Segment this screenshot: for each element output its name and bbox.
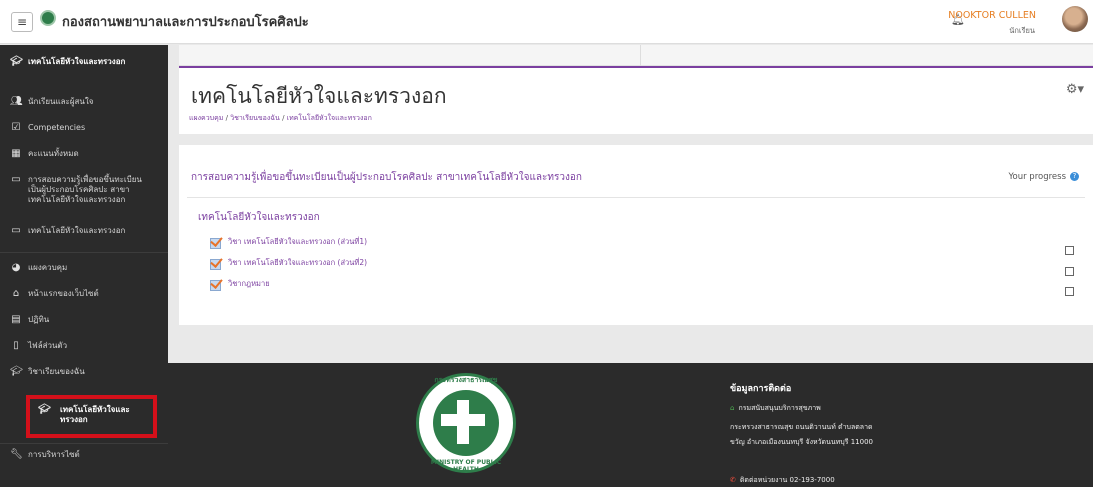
- contact-org: ⌂ กรมสนับสนุนบริการสุขภาพ: [730, 404, 821, 412]
- site-name[interactable]: กองสถานพยาบาลและการประกอบโรคศิลปะ: [62, 11, 309, 32]
- sidebar-item-grades[interactable]: ▦ คะแนนทั้งหมด: [0, 149, 168, 159]
- sidebar-item-private-files[interactable]: ▯ ไฟล์ส่วนตัว: [0, 341, 168, 351]
- sidebar-item-label: ไฟล์ส่วนตัว: [28, 341, 68, 350]
- sidebar-item-label: การบริหารไซต์: [28, 450, 80, 459]
- sidebar-item-label: การสอบความรู้เพื่อขอขึ้นทะเบียนเป็นผู้ปร…: [28, 175, 142, 204]
- header-strip: [179, 45, 1093, 66]
- table-icon: ▦: [11, 148, 21, 159]
- calendar-icon: ▤: [11, 314, 21, 325]
- folder-icon: ▭: [11, 174, 21, 185]
- sidebar-item-dashboard[interactable]: ◕ แผงควบคุม: [0, 263, 168, 273]
- seal-text-top: กระทรวงสาธารณสุข: [434, 376, 498, 384]
- breadcrumb-dashboard[interactable]: แผงควบคุม: [189, 114, 223, 122]
- course-section-title[interactable]: การสอบความรู้เพื่อขอขึ้นทะเบียนเป็นผู้ปร…: [191, 170, 582, 185]
- ministry-seal: กระทรวงสาธารณสุข MINISTRY OF PUBLIC HEAL…: [416, 373, 516, 473]
- header-strip-divider: [640, 45, 641, 66]
- hamburger-icon[interactable]: ≡: [11, 12, 33, 32]
- sidebar-item-my-courses[interactable]: 🎓︎ วิชาเรียนของฉัน: [0, 367, 168, 377]
- section-divider: [187, 197, 1085, 198]
- breadcrumb-my-courses[interactable]: วิชาเรียนของฉัน: [230, 114, 280, 122]
- sidebar: 🎓︎ เทคโนโลยีหัวใจและทรวงอก 👥︎ นักเรียนแล…: [0, 45, 168, 487]
- site-logo[interactable]: [40, 10, 56, 26]
- quiz-icon: [210, 258, 222, 270]
- contact-address: กระทรวงสาธารณสุข ถนนติวานนท์ ตำบลตลาด: [730, 423, 873, 431]
- highlight-annotation: [26, 395, 157, 438]
- sidebar-item-site-admin[interactable]: 🔧︎ การบริหารไซต์: [0, 450, 168, 460]
- gear-icon[interactable]: ⚙▾: [1066, 82, 1084, 97]
- activity-link[interactable]: วิชากฎหมาย: [210, 278, 270, 291]
- quiz-icon: [210, 279, 222, 291]
- sidebar-item-section-exam[interactable]: ▭ การสอบความรู้เพื่อขอขึ้นทะเบียนเป็นผู้…: [0, 175, 150, 205]
- section-title[interactable]: เทคโนโลยีหัวใจและทรวงอก: [198, 210, 320, 225]
- user-name[interactable]: NOOKTOR CULLEN: [948, 10, 1036, 21]
- sidebar-item-participants[interactable]: 👥︎ นักเรียนและผู้สนใจ: [0, 97, 168, 107]
- sidebar-item-label: คะแนนทั้งหมด: [28, 149, 79, 158]
- progress-label: Your progress?: [1008, 172, 1079, 182]
- checkbox-icon: ☑: [11, 122, 21, 133]
- graduation-cap-icon: 🎓︎: [10, 56, 23, 67]
- sidebar-item-course[interactable]: 🎓︎ เทคโนโลยีหัวใจและทรวงอก: [0, 57, 168, 67]
- sidebar-item-competencies[interactable]: ☑ Competencies: [0, 123, 168, 133]
- sidebar-item-label: แผงควบคุม: [28, 263, 68, 272]
- folder-icon: ▭: [11, 225, 21, 236]
- help-icon[interactable]: ?: [1070, 172, 1079, 181]
- completion-checkbox[interactable]: [1065, 267, 1074, 276]
- sidebar-item-home[interactable]: ⌂ หน้าแรกของเว็บไซต์: [0, 289, 168, 299]
- top-navbar: ≡ กองสถานพยาบาลและการประกอบโรคศิลปะ 🔔︎ N…: [0, 0, 1093, 44]
- breadcrumb: แผงควบคุม / วิชาเรียนของฉัน / เทคโนโลยีห…: [189, 114, 372, 122]
- phone-icon: ✆: [730, 476, 736, 484]
- home-icon: ⌂: [12, 288, 20, 299]
- sidebar-item-label: หน้าแรกของเว็บไซต์: [28, 289, 99, 298]
- graduation-cap-icon: 🎓︎: [10, 366, 23, 377]
- contact-title: ข้อมูลการติดต่อ: [730, 384, 792, 394]
- home-icon: ⌂: [730, 404, 735, 412]
- breadcrumb-course[interactable]: เทคโนโลยีหัวใจและทรวงอก: [287, 114, 372, 122]
- avatar[interactable]: [1062, 6, 1088, 32]
- seal-text-bottom: MINISTRY OF PUBLIC HEALTH: [430, 459, 502, 473]
- sidebar-divider: [0, 252, 168, 253]
- users-icon: 👥︎: [10, 96, 23, 107]
- sidebar-item-label: เทคโนโลยีหัวใจและทรวงอก: [28, 226, 126, 235]
- sidebar-item-label: เทคโนโลยีหัวใจและทรวงอก: [28, 57, 126, 66]
- sidebar-item-label: ปฏิทิน: [28, 315, 50, 324]
- page-header: เทคโนโลยีหัวใจและทรวงอก แผงควบคุม / วิชา…: [179, 66, 1093, 134]
- contact-phone: ✆ ติดต่อหน่วยงาน 02-193-7000: [730, 476, 835, 484]
- page-title: เทคโนโลยีหัวใจและทรวงอก: [191, 84, 447, 108]
- course-content: การสอบความรู้เพื่อขอขึ้นทะเบียนเป็นผู้ปร…: [179, 145, 1093, 325]
- contact-address: ขวัญ อำเภอเมืองนนทบุรี จังหวัดนนทบุรี 11…: [730, 438, 873, 446]
- activity-link[interactable]: วิชา เทคโนโลยีหัวใจและทรวงอก (ส่วนที่1): [210, 236, 367, 249]
- sidebar-item-label: Competencies: [28, 123, 86, 132]
- file-icon: ▯: [13, 340, 19, 351]
- seal-cross: [441, 414, 485, 426]
- sidebar-item-calendar[interactable]: ▤ ปฏิทิน: [0, 315, 168, 325]
- user-role: นักเรียน: [1009, 26, 1035, 35]
- sidebar-divider: [0, 443, 168, 444]
- footer: กระทรวงสาธารณสุข MINISTRY OF PUBLIC HEAL…: [168, 363, 1093, 487]
- completion-checkbox[interactable]: [1065, 246, 1074, 255]
- dashboard-icon: ◕: [11, 262, 21, 273]
- sidebar-item-section-tech[interactable]: ▭ เทคโนโลยีหัวใจและทรวงอก: [0, 226, 168, 236]
- completion-checkbox[interactable]: [1065, 287, 1074, 296]
- activity-link[interactable]: วิชา เทคโนโลยีหัวใจและทรวงอก (ส่วนที่2): [210, 257, 367, 270]
- sidebar-item-label: วิชาเรียนของฉัน: [28, 367, 85, 376]
- quiz-icon: [210, 237, 222, 249]
- wrench-icon: 🔧︎: [10, 449, 23, 460]
- sidebar-item-label: นักเรียนและผู้สนใจ: [28, 97, 94, 106]
